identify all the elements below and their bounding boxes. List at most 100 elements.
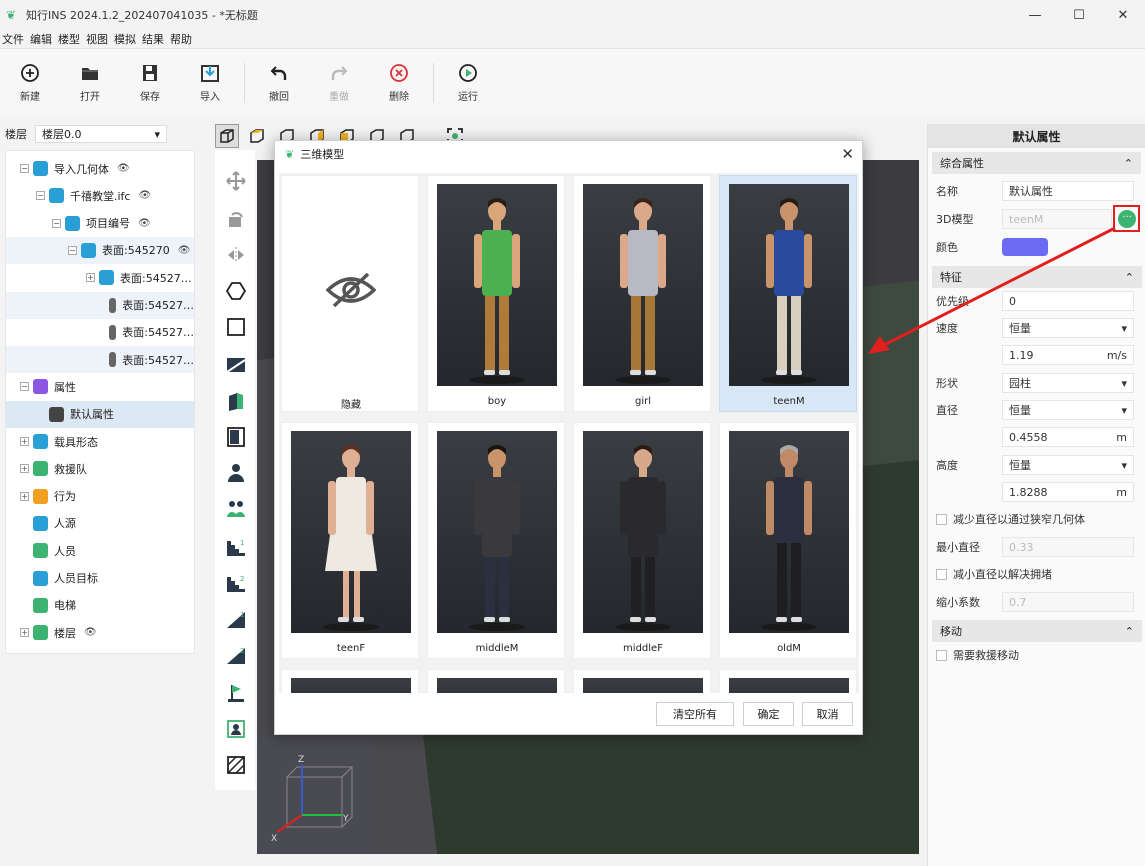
- tree-item[interactable]: 默认属性: [6, 400, 194, 428]
- open-button[interactable]: 打开: [60, 53, 120, 113]
- visibility-eye-icon[interactable]: 👁: [138, 218, 151, 229]
- section-move-header[interactable]: 移动 ⌃: [932, 620, 1142, 642]
- tree-item[interactable]: − 属性: [6, 373, 194, 400]
- model-card[interactable]: girl: [573, 175, 711, 412]
- menu-help[interactable]: 帮助: [167, 31, 195, 47]
- visibility-eye-icon[interactable]: 👁: [84, 627, 97, 638]
- door-icon[interactable]: [225, 426, 247, 448]
- expand-icon[interactable]: +: [20, 628, 29, 638]
- menu-model[interactable]: 楼型: [55, 31, 83, 47]
- view-3d-icon[interactable]: [215, 124, 239, 148]
- shape-dropdown[interactable]: 园柱 ▾: [1002, 373, 1134, 393]
- expand-icon[interactable]: +: [86, 273, 95, 283]
- tree-item[interactable]: + 行为: [6, 483, 194, 510]
- polygon-icon[interactable]: [225, 280, 247, 302]
- wall-icon[interactable]: [225, 390, 247, 412]
- maximize-button[interactable]: ☐: [1057, 0, 1101, 30]
- collapse-icon[interactable]: −: [20, 382, 29, 392]
- visibility-eye-icon[interactable]: 👁: [138, 190, 151, 201]
- group-icon[interactable]: [225, 498, 247, 520]
- tree-item[interactable]: + 载具形态: [6, 428, 194, 455]
- tree-item[interactable]: − 表面:545270 👁: [6, 236, 194, 264]
- tree-item[interactable]: 表面:54527…: [6, 291, 194, 319]
- menu-simulate[interactable]: 模拟: [111, 31, 139, 47]
- clear-all-button[interactable]: 清空所有: [656, 702, 734, 726]
- run-button[interactable]: 运行: [438, 53, 498, 113]
- ok-button[interactable]: 确定: [743, 702, 794, 726]
- slab-icon[interactable]: [225, 354, 247, 376]
- height-input[interactable]: 1.8288 m: [1002, 482, 1134, 502]
- model-card[interactable]: teenF: [281, 422, 419, 659]
- tree-item[interactable]: 表面:54527…: [6, 319, 194, 346]
- diameter-mode-dropdown[interactable]: 恒量 ▾: [1002, 400, 1134, 420]
- undo-button[interactable]: 撤回: [249, 53, 309, 113]
- menu-view[interactable]: 视图: [83, 31, 111, 47]
- hatch-area-icon[interactable]: [225, 754, 247, 776]
- menu-results[interactable]: 结果: [139, 31, 167, 47]
- model-card[interactable]: 隐藏: [281, 175, 419, 412]
- import-button[interactable]: 导入: [180, 53, 240, 113]
- min-diameter-input: 0.33: [1002, 537, 1134, 557]
- model-card[interactable]: [573, 669, 711, 693]
- collapse-icon[interactable]: −: [36, 191, 45, 201]
- tree-item[interactable]: + 救援队: [6, 455, 194, 482]
- collapse-icon[interactable]: −: [20, 164, 29, 173]
- model-card[interactable]: middleF: [573, 422, 711, 659]
- stair-2-icon[interactable]: 2: [225, 572, 247, 594]
- diameter-input[interactable]: 0.4558 m: [1002, 427, 1134, 447]
- ramp-1-icon[interactable]: 1: [225, 608, 247, 630]
- reduce-narrow-checkbox[interactable]: 减少直径以通过狭窄几何体: [936, 508, 1085, 530]
- rectangle-icon[interactable]: [225, 316, 247, 338]
- model-card[interactable]: oldM: [719, 422, 857, 659]
- delete-button[interactable]: 删除: [369, 53, 429, 113]
- minimize-button[interactable]: —: [1013, 0, 1057, 30]
- name-input[interactable]: 默认属性: [1002, 181, 1134, 201]
- flag-icon[interactable]: [225, 682, 247, 704]
- height-mode-dropdown[interactable]: 恒量 ▾: [1002, 455, 1134, 475]
- stair-1-icon[interactable]: 1: [225, 536, 247, 558]
- model-card[interactable]: teenM: [719, 175, 857, 412]
- person-icon[interactable]: [225, 462, 247, 484]
- model-card[interactable]: boy: [427, 175, 565, 412]
- collapse-icon[interactable]: −: [52, 218, 61, 228]
- rotate-icon[interactable]: [225, 208, 247, 230]
- person-source-icon[interactable]: [225, 718, 247, 740]
- tree-item[interactable]: 人员: [6, 537, 194, 564]
- expand-icon[interactable]: +: [20, 464, 29, 474]
- tree-item[interactable]: + 楼层 👁: [6, 619, 194, 646]
- tree-item[interactable]: − 项目编号 👁: [6, 210, 194, 237]
- menu-file[interactable]: 文件: [0, 31, 27, 47]
- cancel-button[interactable]: 取消: [802, 702, 853, 726]
- tree-item[interactable]: 表面:54527…: [6, 346, 194, 374]
- floor-dropdown[interactable]: 楼层0.0 ▾: [35, 125, 167, 143]
- mirror-icon[interactable]: [225, 244, 247, 266]
- tree-item[interactable]: − 导入几何体 👁: [6, 155, 194, 182]
- model-card[interactable]: [281, 669, 419, 693]
- visibility-eye-icon[interactable]: 👁: [178, 245, 191, 256]
- tree-item[interactable]: 人员目标: [6, 565, 194, 592]
- close-icon[interactable]: ✕: [841, 145, 854, 163]
- tree-item[interactable]: + 表面:54527…: [6, 264, 194, 291]
- expand-icon[interactable]: +: [20, 437, 29, 446]
- save-button[interactable]: 保存: [120, 53, 180, 113]
- move-icon[interactable]: [225, 170, 247, 192]
- redo-button[interactable]: 重做: [309, 53, 369, 113]
- expand-icon[interactable]: +: [20, 491, 29, 501]
- model-card[interactable]: [427, 669, 565, 693]
- menu-edit[interactable]: 编辑: [27, 31, 55, 47]
- close-window-button[interactable]: ✕: [1101, 0, 1145, 30]
- model-card[interactable]: middleM: [427, 422, 565, 659]
- view-top-icon[interactable]: [245, 124, 269, 148]
- new-button[interactable]: 新建: [0, 53, 60, 113]
- ramp-2-icon[interactable]: 2: [225, 644, 247, 666]
- need-rescue-checkbox[interactable]: 需要救援移动: [936, 644, 1019, 666]
- tree-item[interactable]: 电梯: [6, 592, 194, 619]
- tree-item[interactable]: 人源: [6, 510, 194, 537]
- reduce-crowd-checkbox[interactable]: 减小直径以解决拥堵: [936, 563, 1052, 585]
- section-general-header[interactable]: 综合属性 ⌃: [932, 152, 1141, 174]
- collapse-icon[interactable]: −: [68, 245, 77, 255]
- model-card[interactable]: [719, 669, 857, 693]
- tree-item-label: 载具形态: [54, 435, 98, 449]
- tree-item[interactable]: − 千禧教堂.ifc 👁: [6, 182, 194, 209]
- visibility-eye-icon[interactable]: 👁: [117, 163, 130, 174]
